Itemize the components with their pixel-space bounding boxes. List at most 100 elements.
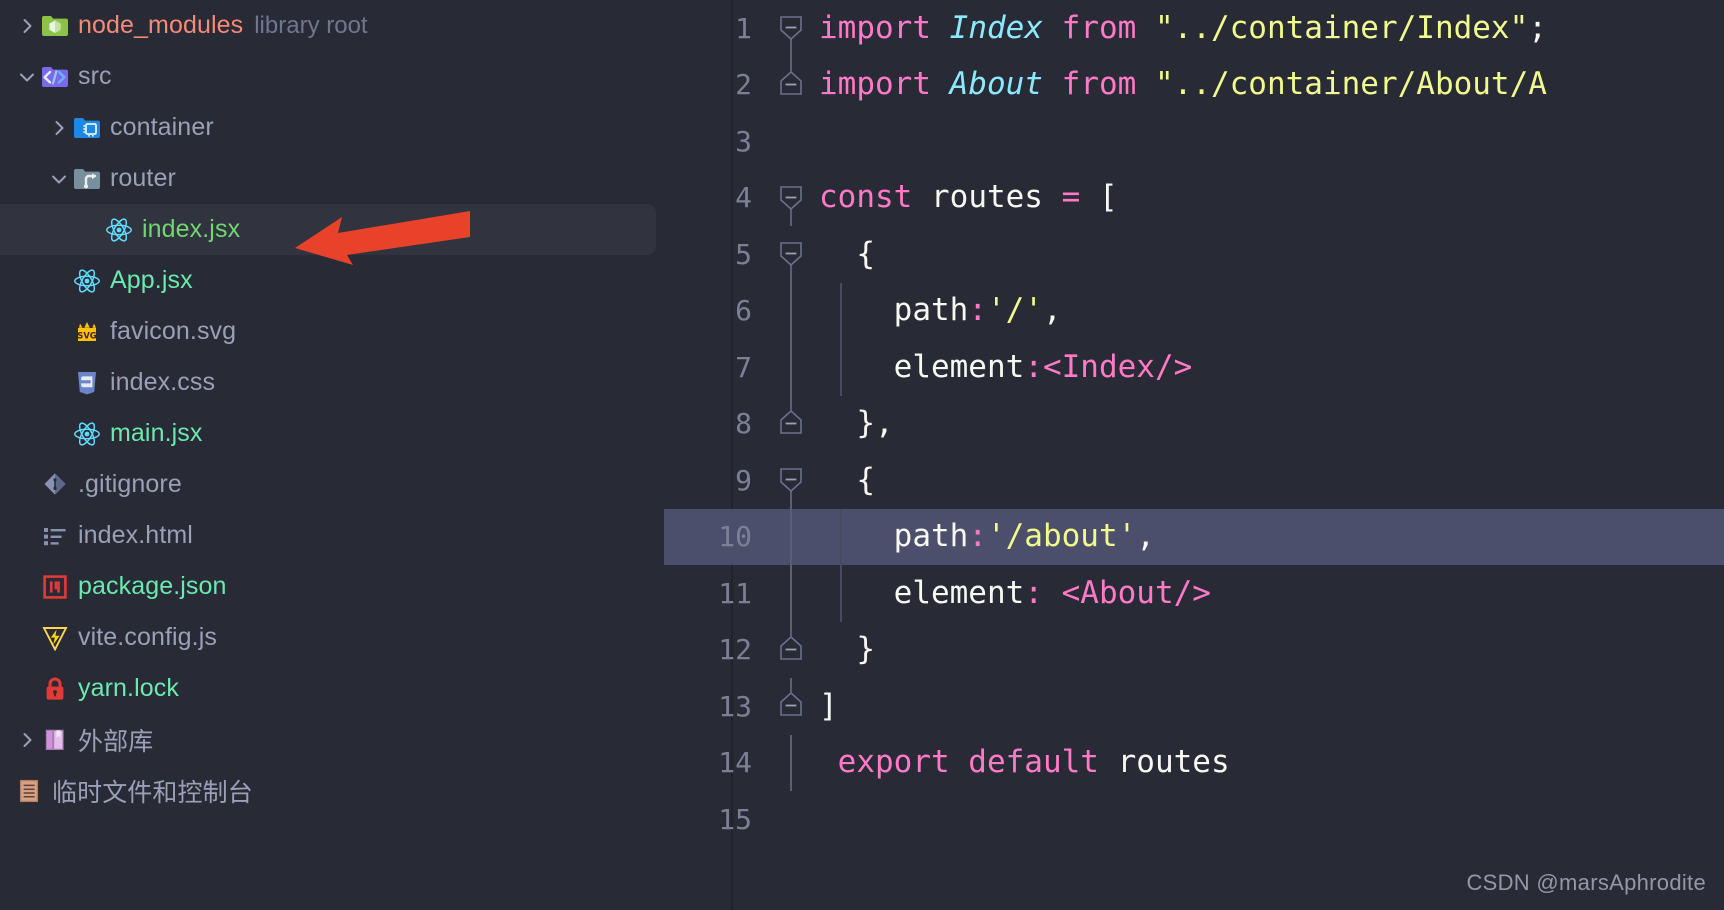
- ide-window: node_modules library root src container rout…: [0, 0, 1724, 910]
- code-line[interactable]: 14 export default routes: [664, 734, 1724, 791]
- code-line[interactable]: 1 import Index from "../container/Index";: [664, 0, 1724, 57]
- tree-item-临时文件和控制台[interactable]: 临时文件和控制台: [0, 765, 664, 816]
- code-token: =: [1061, 179, 1081, 216]
- fold-gutter[interactable]: [770, 56, 812, 114]
- tree-item-.gitignore[interactable]: .gitignore: [0, 459, 664, 510]
- code-text[interactable]: path:'/',: [812, 295, 1062, 326]
- fold-gutter[interactable]: [770, 678, 812, 735]
- line-number[interactable]: 9: [664, 464, 770, 497]
- fold-gutter[interactable]: [770, 0, 812, 57]
- line-number[interactable]: 10: [664, 520, 770, 553]
- tree-item-package.json[interactable]: package.json: [0, 561, 664, 612]
- code-text[interactable]: {: [812, 238, 875, 270]
- line-number[interactable]: 2: [664, 68, 770, 101]
- tree-item-index.jsx[interactable]: index.jsx: [0, 204, 656, 255]
- line-number[interactable]: 8: [664, 407, 770, 440]
- fold-gutter[interactable]: [770, 339, 812, 396]
- code-text[interactable]: path:'/about',: [812, 521, 1155, 552]
- code-token: routes: [912, 179, 1062, 216]
- npm-package-icon: [40, 572, 70, 602]
- tree-item-label: index.css: [110, 368, 216, 396]
- code-lines-container[interactable]: 1 import Index from "../container/Index";…: [664, 0, 1724, 848]
- chevron-right-icon[interactable]: [46, 115, 72, 141]
- code-line[interactable]: 12 }: [664, 621, 1724, 679]
- chevron-right-icon[interactable]: [14, 727, 40, 753]
- lock-file-icon: [40, 674, 70, 704]
- tree-item-label: node_modules: [78, 11, 244, 39]
- tree-item-router[interactable]: router: [0, 153, 664, 204]
- tree-item-vite.config.js[interactable]: vite.config.js: [0, 612, 664, 663]
- fold-gutter[interactable]: [770, 395, 812, 453]
- code-token: <Index/>: [1042, 348, 1193, 385]
- code-text[interactable]: }: [812, 634, 875, 665]
- line-number[interactable]: 7: [664, 351, 770, 384]
- fold-gutter[interactable]: [770, 621, 812, 679]
- code-line[interactable]: 13]: [664, 678, 1724, 735]
- code-line[interactable]: 3: [664, 113, 1724, 170]
- code-token: routes: [1098, 744, 1230, 781]
- tree-item-container[interactable]: container: [0, 102, 664, 153]
- line-number[interactable]: 6: [664, 294, 770, 327]
- line-number[interactable]: 11: [664, 577, 770, 610]
- tree-item-外部库[interactable]: 外部库: [0, 714, 664, 765]
- line-number[interactable]: 15: [664, 803, 770, 836]
- code-line[interactable]: 9 {: [664, 452, 1724, 509]
- svg-text:SVG: SVG: [77, 330, 97, 340]
- chevron-right-icon[interactable]: [14, 13, 40, 39]
- fold-gutter[interactable]: [770, 170, 812, 226]
- fold-gutter[interactable]: [770, 791, 812, 848]
- tree-item-label: package.json: [78, 572, 227, 600]
- tree-item-index.html[interactable]: index.html: [0, 510, 664, 561]
- fold-gutter[interactable]: [770, 226, 812, 283]
- tree-item-label: router: [110, 164, 176, 192]
- code-token: About: [949, 66, 1043, 103]
- tree-item-app.jsx[interactable]: App.jsx: [0, 255, 664, 306]
- line-number[interactable]: 4: [664, 181, 770, 214]
- chevron-down-icon[interactable]: [14, 64, 40, 90]
- tree-item-src[interactable]: src: [0, 51, 664, 102]
- code-text[interactable]: {: [812, 464, 875, 496]
- react-jsx-icon: [72, 419, 102, 449]
- code-text[interactable]: },: [812, 408, 893, 439]
- code-line[interactable]: 5 {: [664, 226, 1724, 283]
- fold-gutter[interactable]: [770, 508, 812, 565]
- tree-item-favicon.svg[interactable]: SVG favicon.svg: [0, 306, 664, 357]
- line-number[interactable]: 3: [664, 125, 770, 158]
- code-text[interactable]: element:<Index/>: [812, 348, 1193, 385]
- code-token: :: [968, 292, 987, 329]
- code-line[interactable]: 6 path:'/',: [664, 282, 1724, 339]
- tree-item-yarn.lock[interactable]: yarn.lock: [0, 663, 664, 714]
- code-line[interactable]: 10 path:'/about',: [664, 508, 1724, 565]
- line-number[interactable]: 5: [664, 238, 770, 271]
- tree-item-node_modules[interactable]: node_modules library root: [0, 0, 664, 51]
- code-text[interactable]: ]: [812, 690, 838, 722]
- chevron-down-icon[interactable]: [46, 166, 72, 192]
- line-number[interactable]: 12: [664, 633, 770, 666]
- watermark-text: CSDN @marsAphrodite: [1466, 870, 1706, 895]
- fold-gutter[interactable]: [770, 282, 812, 339]
- code-editor-panel[interactable]: 1 import Index from "../container/Index";…: [664, 0, 1724, 910]
- line-number[interactable]: 13: [664, 690, 770, 723]
- code-line[interactable]: 8 },: [664, 395, 1724, 453]
- code-line[interactable]: 11 element: <About/>: [664, 565, 1724, 622]
- fold-gutter[interactable]: [770, 565, 812, 622]
- fold-gutter[interactable]: [770, 113, 812, 170]
- line-number[interactable]: 14: [664, 746, 770, 779]
- code-text[interactable]: import Index from "../container/Index";: [812, 12, 1547, 44]
- project-tree-panel[interactable]: node_modules library root src container rout…: [0, 0, 664, 910]
- tree-item-main.jsx[interactable]: main.jsx: [0, 408, 664, 459]
- code-text[interactable]: const routes = [: [812, 182, 1118, 213]
- fold-gutter[interactable]: [770, 452, 812, 509]
- line-number[interactable]: 1: [664, 12, 770, 45]
- indent-guide: [840, 508, 842, 565]
- code-line[interactable]: 2 import About from "../container/About/A: [664, 56, 1724, 114]
- code-text[interactable]: element: <About/>: [812, 577, 1211, 609]
- tree-item-index.css[interactable]: index.css: [0, 357, 664, 408]
- code-text[interactable]: import About from "../container/About/A: [812, 69, 1547, 100]
- code-line[interactable]: 7 element:<Index/>: [664, 339, 1724, 396]
- code-line[interactable]: 15: [664, 791, 1724, 848]
- code-text[interactable]: export default routes: [812, 747, 1230, 778]
- code-line[interactable]: 4 const routes = [: [664, 170, 1724, 226]
- fold-gutter[interactable]: [770, 734, 812, 791]
